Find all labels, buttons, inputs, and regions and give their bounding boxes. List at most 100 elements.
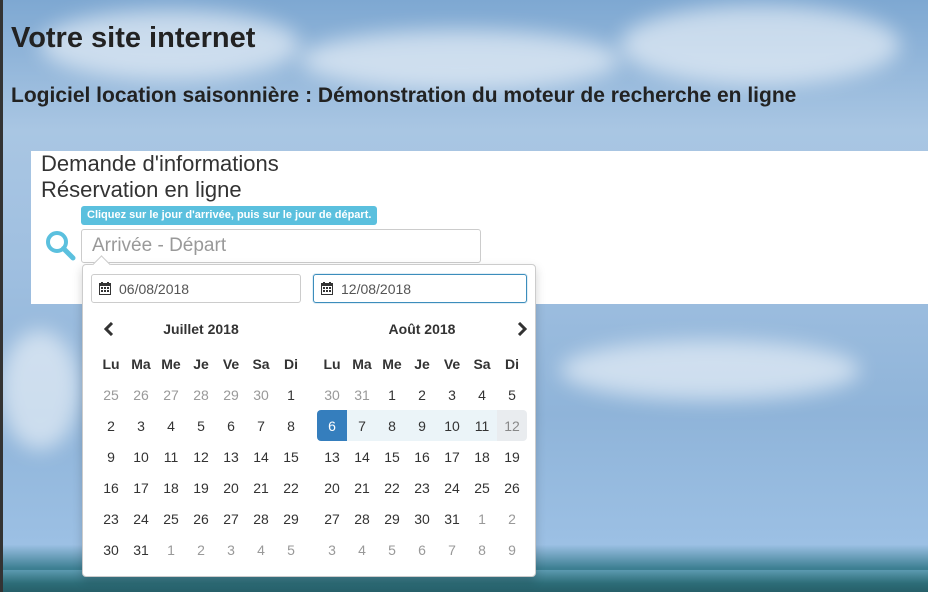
calendar-day[interactable]: 8 [467, 534, 497, 565]
calendar-day[interactable]: 28 [246, 503, 276, 534]
calendar-day[interactable]: 5 [186, 410, 216, 441]
calendar-day[interactable]: 18 [156, 472, 186, 503]
calendar-day[interactable]: 31 [126, 534, 156, 565]
calendar-day[interactable]: 1 [377, 379, 407, 410]
calendar-day[interactable]: 6 [216, 410, 246, 441]
calendar-day[interactable]: 7 [246, 410, 276, 441]
calendar-day[interactable]: 19 [497, 441, 527, 472]
weekday-label: Je [193, 355, 209, 372]
calendar-day[interactable]: 28 [186, 379, 216, 410]
calendar-day[interactable]: 30 [317, 379, 347, 410]
calendar-day[interactable]: 30 [96, 534, 126, 565]
calendar-day[interactable]: 6 [317, 410, 347, 441]
calendar-day[interactable]: 16 [407, 441, 437, 472]
calendar-day[interactable]: 25 [467, 472, 497, 503]
calendar-day[interactable]: 31 [437, 503, 467, 534]
calendar-day[interactable]: 20 [216, 472, 246, 503]
calendar-day[interactable]: 8 [377, 410, 407, 441]
calendar-day[interactable]: 22 [377, 472, 407, 503]
calendar-day[interactable]: 27 [317, 503, 347, 534]
calendar-day[interactable]: 19 [186, 472, 216, 503]
menu-link-online-booking[interactable]: Réservation en ligne [41, 177, 242, 203]
calendar-day[interactable]: 21 [246, 472, 276, 503]
calendar-day[interactable]: 5 [377, 534, 407, 565]
calendar-day[interactable]: 1 [156, 534, 186, 565]
calendar-day[interactable]: 22 [276, 472, 306, 503]
search-icon[interactable] [44, 229, 76, 261]
calendar-day[interactable]: 5 [497, 379, 527, 410]
calendar-day[interactable]: 27 [156, 379, 186, 410]
calendar-day[interactable]: 24 [437, 472, 467, 503]
calendar-day[interactable]: 29 [276, 503, 306, 534]
calendar-day[interactable]: 4 [467, 379, 497, 410]
calendar-day[interactable]: 1 [467, 503, 497, 534]
calendar-day[interactable]: 31 [347, 379, 377, 410]
weekday-row: Lu Ma Me Je Ve Sa Di [317, 348, 527, 379]
calendar-day[interactable]: 27 [216, 503, 246, 534]
calendar-day[interactable]: 4 [156, 410, 186, 441]
calendar-day[interactable]: 10 [437, 410, 467, 441]
menu-link-information-request[interactable]: Demande d'informations [41, 151, 279, 177]
calendar-day[interactable]: 28 [347, 503, 377, 534]
calendar-day[interactable]: 26 [186, 503, 216, 534]
calendar-day[interactable]: 12 [497, 410, 527, 441]
calendar-day[interactable]: 7 [437, 534, 467, 565]
calendar-day[interactable]: 23 [407, 472, 437, 503]
calendar-day[interactable]: 20 [317, 472, 347, 503]
calendar-week-row: 23 24 25 26 27 28 29 [96, 503, 306, 534]
calendar-day[interactable]: 12 [186, 441, 216, 472]
calendar-day[interactable]: 3 [216, 534, 246, 565]
calendar-grid: Lu Ma Me Je Ve Sa Di 30 31 1 2 3 4 5 6 7 8 9 10 11 12 13 14 15… [317, 348, 527, 565]
month-title: Juillet 2018 [163, 321, 239, 337]
calendar-day[interactable]: 2 [186, 534, 216, 565]
calendar-day[interactable]: 2 [96, 410, 126, 441]
calendar-day[interactable]: 7 [347, 410, 377, 441]
next-month-button[interactable] [511, 317, 533, 341]
calendar-day[interactable]: 18 [467, 441, 497, 472]
calendar-day[interactable]: 25 [96, 379, 126, 410]
calendar-day[interactable]: 24 [126, 503, 156, 534]
calendar-day[interactable]: 3 [317, 534, 347, 565]
calendar-day[interactable]: 30 [246, 379, 276, 410]
calendar-day[interactable]: 13 [216, 441, 246, 472]
calendar-day[interactable]: 17 [437, 441, 467, 472]
calendar-day[interactable]: 21 [347, 472, 377, 503]
calendar-day[interactable]: 4 [347, 534, 377, 565]
calendar-day[interactable]: 9 [407, 410, 437, 441]
calendar-day[interactable]: 16 [96, 472, 126, 503]
calendar-day[interactable]: 6 [407, 534, 437, 565]
calendar-day[interactable]: 4 [246, 534, 276, 565]
calendar-day[interactable]: 10 [126, 441, 156, 472]
calendar-day[interactable]: 29 [216, 379, 246, 410]
calendar-day[interactable]: 2 [407, 379, 437, 410]
calendar-day[interactable]: 14 [246, 441, 276, 472]
calendar-day[interactable]: 29 [377, 503, 407, 534]
calendar-day[interactable]: 23 [96, 503, 126, 534]
calendar-day[interactable]: 26 [497, 472, 527, 503]
calendar-day[interactable]: 25 [156, 503, 186, 534]
start-date-field[interactable]: 06/08/2018 [91, 274, 301, 303]
calendar-day[interactable]: 3 [126, 410, 156, 441]
calendar-day[interactable]: 8 [276, 410, 306, 441]
chevron-right-icon [517, 322, 527, 336]
weekday-label: Ma [131, 355, 151, 372]
calendar-day[interactable]: 13 [317, 441, 347, 472]
end-date-field[interactable]: 12/08/2018 [313, 274, 527, 303]
calendar-day[interactable]: 5 [276, 534, 306, 565]
calendar-day[interactable]: 9 [497, 534, 527, 565]
calendar-day[interactable]: 9 [96, 441, 126, 472]
calendar-day[interactable]: 11 [156, 441, 186, 472]
calendar-day[interactable]: 14 [347, 441, 377, 472]
calendar-day[interactable]: 15 [377, 441, 407, 472]
previous-month-button[interactable] [98, 317, 120, 341]
calendar-day[interactable]: 30 [407, 503, 437, 534]
calendar-week-row: 13 14 15 16 17 18 19 [317, 441, 527, 472]
calendar-day[interactable]: 2 [497, 503, 527, 534]
calendar-day[interactable]: 1 [276, 379, 306, 410]
calendar-day[interactable]: 26 [126, 379, 156, 410]
calendar-day[interactable]: 11 [467, 410, 497, 441]
date-range-input[interactable] [81, 229, 481, 263]
calendar-day[interactable]: 15 [276, 441, 306, 472]
calendar-day[interactable]: 3 [437, 379, 467, 410]
calendar-day[interactable]: 17 [126, 472, 156, 503]
